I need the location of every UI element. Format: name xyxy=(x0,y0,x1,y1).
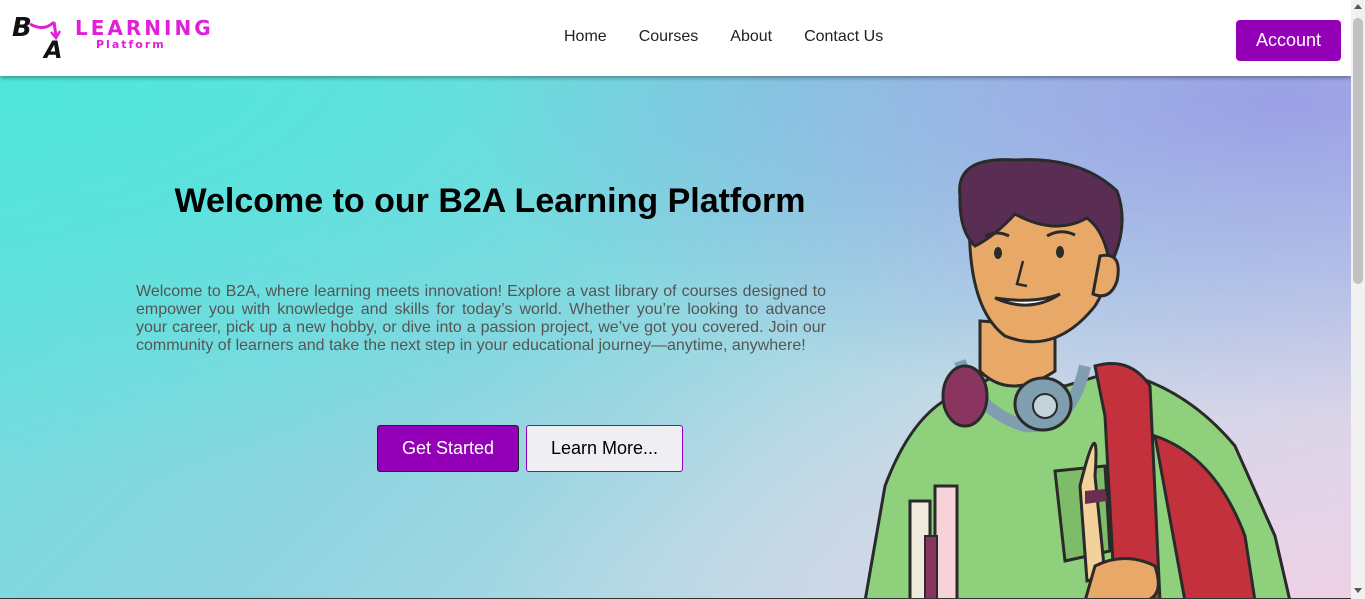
student-illustration xyxy=(863,158,1291,598)
nav-link-about[interactable]: About xyxy=(714,0,788,75)
get-started-button[interactable]: Get Started xyxy=(377,425,519,472)
top-navbar: B A LEARNING Platform Home Courses About… xyxy=(0,0,1351,76)
nav-link-courses[interactable]: Courses xyxy=(623,0,715,75)
vertical-scrollbar[interactable] xyxy=(1351,0,1365,599)
hero-title: Welcome to our B2A Learning Platform xyxy=(174,182,806,220)
hero-section: Welcome to our B2A Learning Platform Wel… xyxy=(0,76,1351,598)
svg-text:B: B xyxy=(12,13,32,43)
hero-description: Welcome to B2A, where learning meets inn… xyxy=(136,283,826,354)
nav-link-home[interactable]: Home xyxy=(548,0,623,75)
scroll-down-arrow-icon[interactable] xyxy=(1354,588,1362,593)
logo-word-platform: Platform xyxy=(96,38,166,51)
nav-links: Home Courses About Contact Us xyxy=(548,0,899,76)
scrollbar-thumb[interactable] xyxy=(1353,18,1363,284)
logo[interactable]: B A LEARNING Platform xyxy=(10,10,211,62)
account-button[interactable]: Account xyxy=(1236,20,1341,61)
logo-word-learning: LEARNING xyxy=(75,16,214,40)
svg-text:A: A xyxy=(42,36,63,60)
learn-more-button[interactable]: Learn More... xyxy=(526,425,683,472)
scroll-up-arrow-icon[interactable] xyxy=(1354,4,1362,9)
nav-link-contact-us[interactable]: Contact Us xyxy=(788,0,899,75)
logo-mark-icon: B A xyxy=(12,13,63,60)
